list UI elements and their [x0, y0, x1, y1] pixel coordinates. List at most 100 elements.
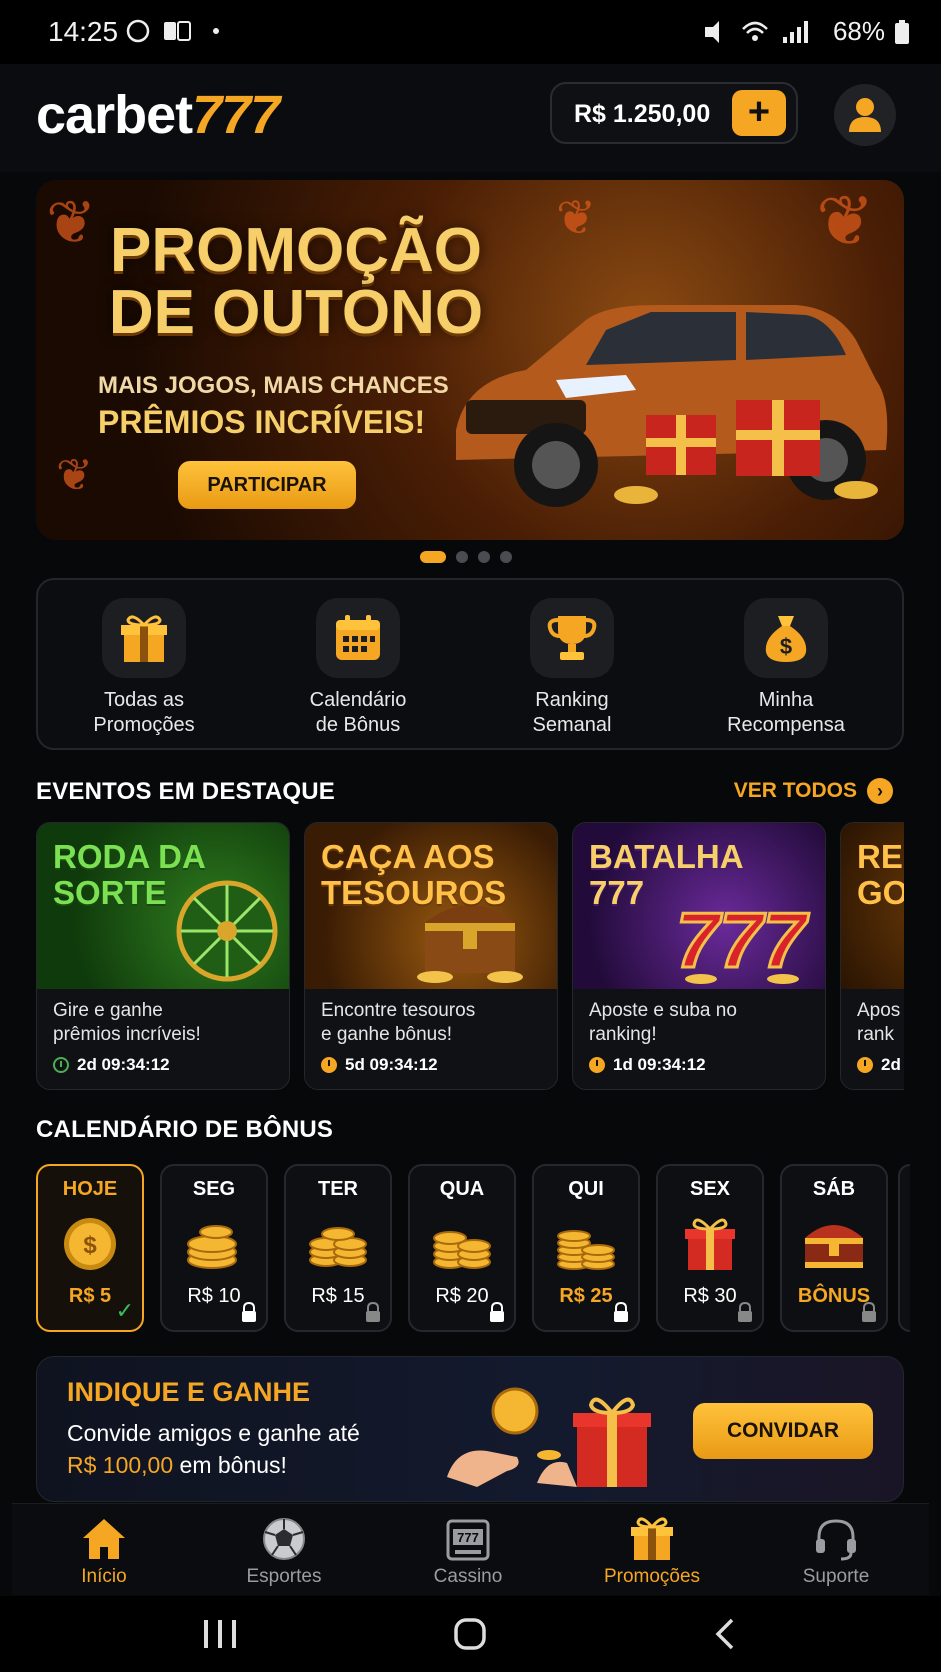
bottom-navigation: Início Esportes 777 Cassino Promoções Su… — [12, 1503, 929, 1595]
treasure-chest-icon — [782, 1211, 886, 1277]
lock-icon — [490, 1302, 504, 1322]
quick-link-my-reward[interactable]: $ Minha Recompensa — [686, 598, 886, 738]
battery-icon — [895, 19, 909, 44]
participate-button[interactable]: PARTICIPAR — [178, 461, 356, 509]
event-description: Encontre tesouros e ganhe bônus! — [321, 1000, 476, 1045]
invite-button[interactable]: CONVIDAR — [693, 1403, 873, 1459]
calendar-day-partial — [898, 1164, 910, 1332]
nav-casino[interactable]: 777 Cassino — [388, 1516, 548, 1588]
system-navigation-bar — [0, 1596, 941, 1672]
quick-link-all-promotions[interactable]: Todas as Promoções — [44, 598, 244, 738]
lock-icon — [366, 1302, 380, 1322]
battery-percent: 68% — [832, 16, 885, 46]
pagination-dot[interactable] — [500, 551, 512, 563]
coin-stack-icon — [410, 1211, 514, 1277]
clock-icon — [53, 1057, 69, 1073]
lock-icon — [862, 1302, 876, 1322]
leaf-icon: ❦ — [56, 451, 93, 500]
pagination-dot[interactable] — [456, 551, 468, 563]
coin-stack-icon — [534, 1211, 638, 1277]
invite-banner: INDIQUE E GANHE Convide amigos e ganhe a… — [36, 1356, 904, 1502]
calendar-day-sat[interactable]: SÁB BÔNUS — [780, 1164, 888, 1332]
invite-text: Convide amigos e ganhe até R$ 100,00 em … — [67, 1420, 360, 1478]
event-description: Apos rank — [857, 1000, 901, 1045]
soccer-ball-icon — [204, 1516, 364, 1562]
quick-link-weekly-ranking[interactable]: Ranking Semanal — [472, 598, 672, 738]
status-bar: 14:25 68% — [0, 0, 941, 64]
events-carousel: RODA DA SORTE Gire e ganhe prêmios incríve… — [36, 822, 904, 1090]
headset-icon — [756, 1516, 916, 1562]
banner-pagination — [420, 551, 512, 563]
home-system-icon[interactable] — [450, 1614, 490, 1654]
banner-subtitle: MAIS JOGOS, MAIS CHANCES — [98, 372, 449, 399]
event-card-wheel[interactable]: RODA DA SORTE Gire e ganhe prêmios incríve… — [36, 822, 290, 1090]
calendar-day-today[interactable]: HOJE $ R$ 5 ✓ — [36, 1164, 144, 1332]
money-bag-icon: $ — [744, 598, 828, 678]
user-icon — [849, 98, 881, 132]
status-time: 14:25 — [48, 16, 119, 47]
pagination-dot[interactable] — [478, 551, 490, 563]
lock-icon — [614, 1302, 628, 1322]
check-icon: ✓ — [115, 1298, 134, 1323]
nav-support[interactable]: Suporte — [756, 1516, 916, 1588]
event-timer: 2d — [857, 1055, 901, 1075]
event-timer: 2d 09:34:12 — [53, 1055, 170, 1075]
event-card-battle[interactable]: 777 BATALHA 777 Aposte e suba no ranking! … — [572, 822, 826, 1090]
calendar-day-wed[interactable]: QUA R$ 20 — [408, 1164, 516, 1332]
lock-icon — [738, 1302, 752, 1322]
calendar-day-tue[interactable]: TER R$ 15 — [284, 1164, 392, 1332]
calendar-icon — [316, 598, 400, 678]
nav-sports[interactable]: Esportes — [204, 1516, 364, 1588]
event-title: BATALHA 777 — [589, 838, 744, 911]
coin-stack-icon — [162, 1211, 266, 1277]
status-right: 68% — [703, 16, 909, 47]
gift-box-icon — [658, 1211, 762, 1277]
featured-events-title: EVENTOS EM DESTAQUE — [36, 778, 335, 805]
calendar-day-mon[interactable]: SEG R$ 10 — [160, 1164, 268, 1332]
svg-text:$: $ — [83, 1232, 97, 1259]
notification-icons — [124, 18, 224, 51]
invite-illustration — [447, 1387, 651, 1487]
svg-text:$: $ — [780, 634, 792, 659]
coin-icon: $ — [38, 1211, 142, 1277]
car-illustration — [456, 305, 888, 507]
coin-stack-icon — [286, 1211, 390, 1277]
event-card-treasure[interactable]: CAÇA AOS TESOUROS Encontre tesouros e ganh… — [304, 822, 558, 1090]
trophy-icon — [530, 598, 614, 678]
clock-icon — [321, 1057, 337, 1073]
event-timer: 5d 09:34:12 — [321, 1055, 438, 1075]
balance-display[interactable]: R$ 1.250,00 + — [550, 82, 798, 144]
recent-apps-icon[interactable] — [200, 1616, 240, 1652]
gift-icon — [572, 1516, 732, 1562]
profile-button[interactable] — [834, 84, 896, 146]
chevron-right-icon: › — [867, 778, 893, 804]
event-title: CAÇA AOS TESOUROS — [321, 838, 507, 911]
calendar-day-fri[interactable]: SEX R$ 30 — [656, 1164, 764, 1332]
bonus-calendar-title: CALENDÁRIO DE BÔNUS — [36, 1116, 334, 1143]
deposit-button[interactable]: + — [732, 90, 786, 136]
home-icon — [24, 1516, 184, 1562]
back-icon[interactable] — [710, 1616, 740, 1652]
nav-home[interactable]: Início — [24, 1516, 184, 1588]
promo-banner[interactable]: ❦ ❦ ❦ ❦ PROMOÇÃO DE OUTONO MAIS JOGOS, M… — [36, 180, 904, 540]
event-card-partial[interactable]: RE GO Apos rank 2d — [840, 822, 904, 1090]
calendar-day-thu[interactable]: QUI R$ 25 — [532, 1164, 640, 1332]
leaf-icon: ❦ — [556, 192, 597, 245]
quick-link-bonus-calendar[interactable]: Calendário de Bônus — [258, 598, 458, 738]
see-all-link[interactable]: VER TODOS › — [734, 778, 893, 804]
nav-promotions[interactable]: Promoções — [572, 1516, 732, 1588]
event-description: Gire e ganhe prêmios incríveis! — [53, 1000, 201, 1045]
app-header: carbet777 R$ 1.250,00 + — [0, 64, 941, 172]
invite-title: INDIQUE E GANHE — [67, 1377, 311, 1407]
event-title: RODA DA SORTE — [53, 838, 206, 911]
bonus-calendar: CALENDÁRIO DE BÔNUS HOJE $ R$ 5 ✓ SEG R$… — [36, 1102, 910, 1338]
pagination-dot[interactable] — [420, 551, 446, 563]
event-timer: 1d 09:34:12 — [589, 1055, 706, 1075]
svg-text:777: 777 — [457, 1530, 479, 1545]
event-title: RE GO — [857, 838, 904, 911]
clock-icon — [857, 1057, 873, 1073]
clock-icon — [589, 1057, 605, 1073]
carbet-logo[interactable]: carbet777 — [36, 84, 280, 146]
signal-wifi-icon — [704, 20, 808, 43]
balance-amount: R$ 1.250,00 — [574, 100, 711, 128]
